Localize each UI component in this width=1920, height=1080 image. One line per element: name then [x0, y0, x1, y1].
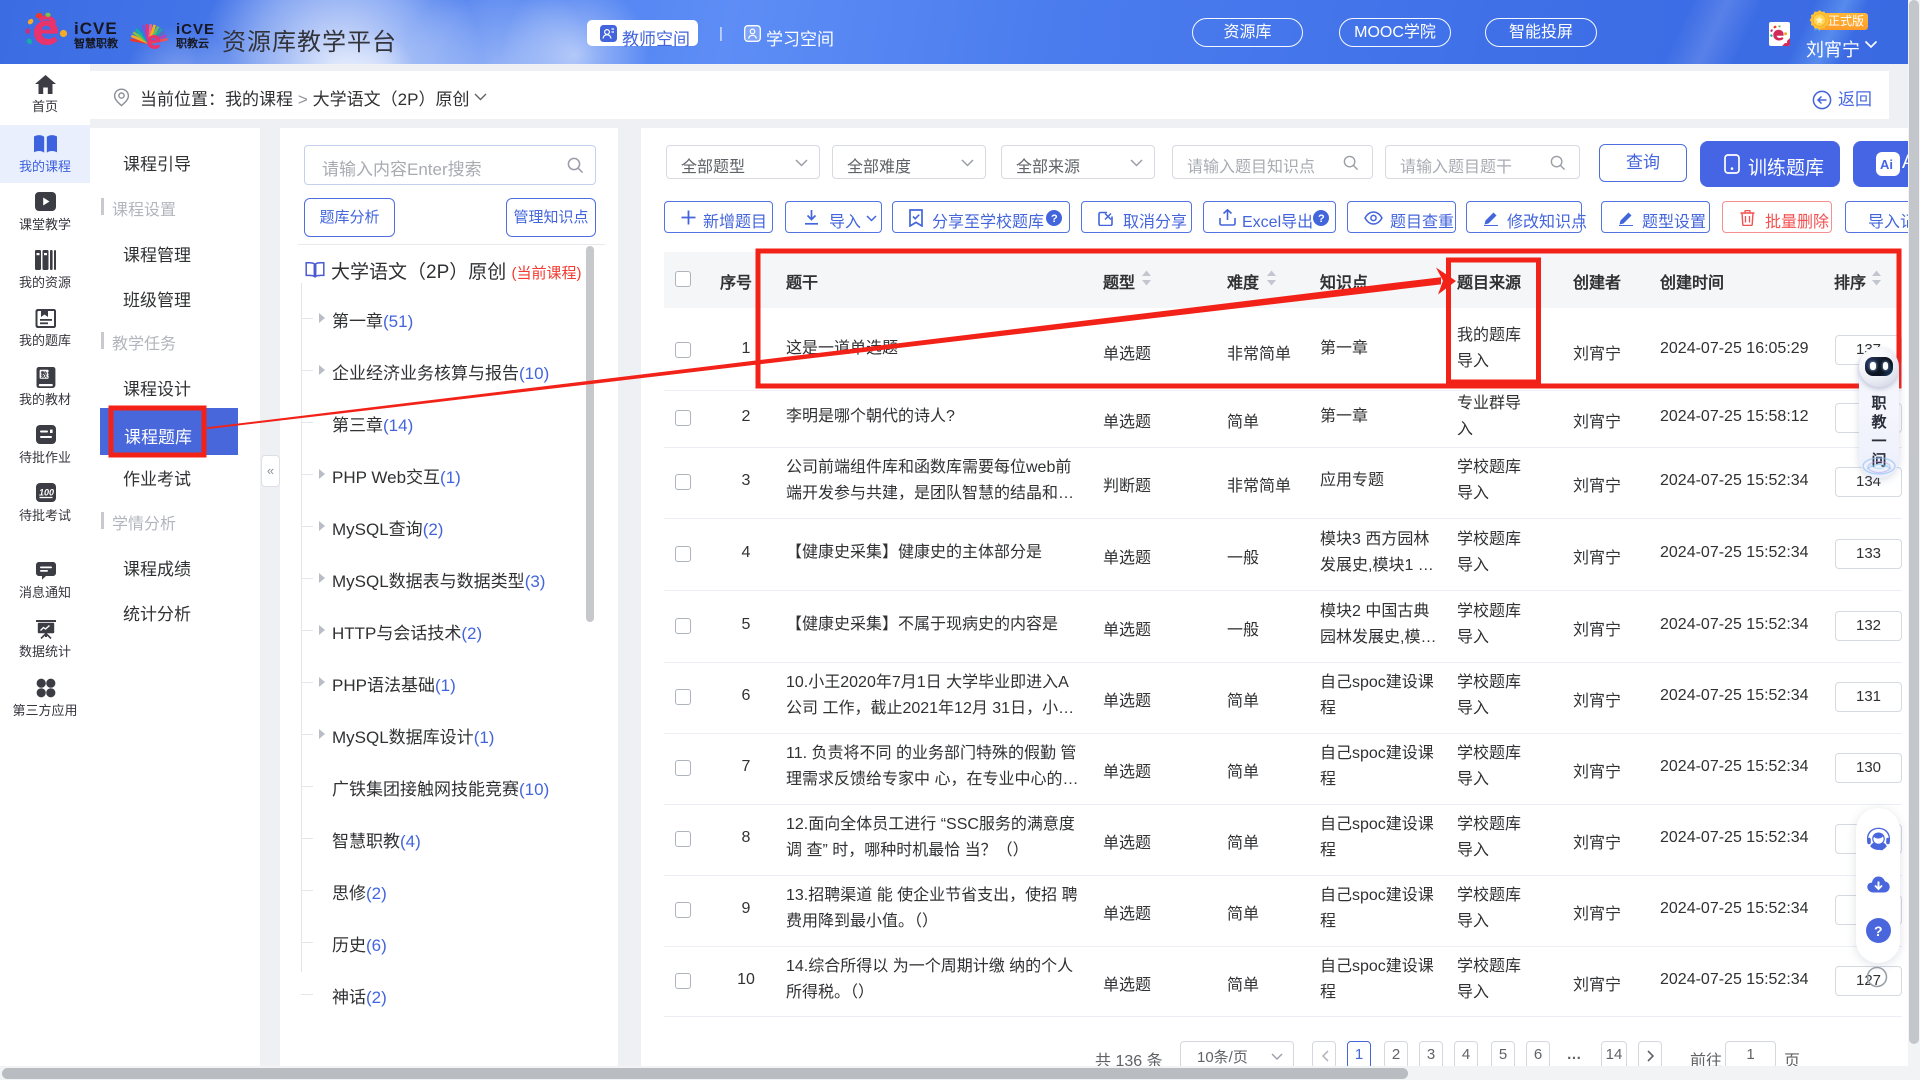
svg-text:?: ? [1318, 213, 1325, 225]
svg-text:数字: 数字 [41, 370, 55, 379]
svg-text:?: ? [1874, 923, 1883, 939]
svg-text:100: 100 [39, 488, 54, 498]
svg-text:?: ? [1051, 213, 1058, 225]
svg-text:Ai: Ai [1880, 157, 1893, 172]
